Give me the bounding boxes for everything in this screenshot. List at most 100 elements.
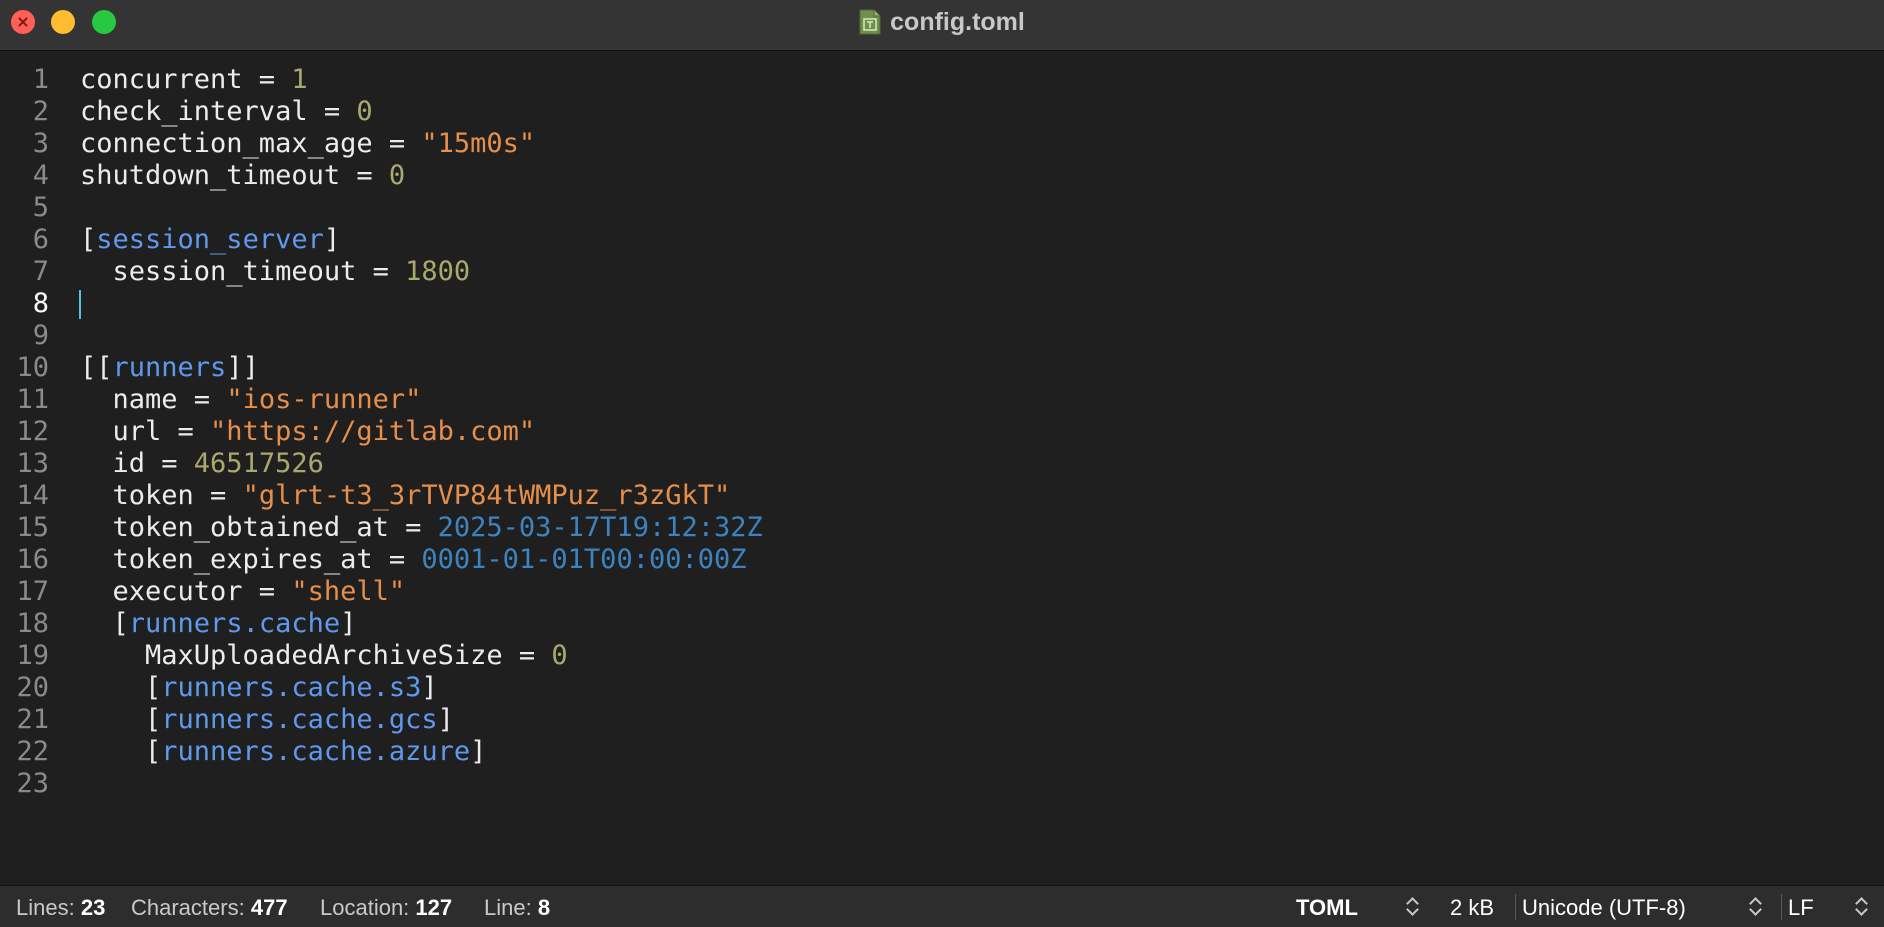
token-plain: [ xyxy=(80,224,97,255)
line-number: 21 xyxy=(16,704,49,735)
encoding-chevron-icon[interactable] xyxy=(1748,894,1762,918)
code-text[interactable]: session_timeout = 1800 xyxy=(80,256,471,288)
language-selector[interactable]: TOML xyxy=(1296,895,1358,921)
token-string: "ios-runner" xyxy=(226,384,422,415)
token-plain: executor = xyxy=(80,576,292,607)
token-table: runners.cache.gcs xyxy=(161,704,438,735)
toml-file-icon xyxy=(859,9,881,35)
token-plain: url = xyxy=(80,416,211,447)
code-line[interactable]: 2 check_interval = 0 xyxy=(0,96,1884,128)
code-text[interactable]: [session_server] xyxy=(80,224,340,256)
token-number: 0 xyxy=(551,640,568,671)
window-title: config.toml xyxy=(890,7,1025,36)
code-text[interactable]: executor = "shell" xyxy=(80,576,406,608)
code-line[interactable]: 4 shutdown_timeout = 0 xyxy=(0,160,1884,192)
title-bar[interactable]: config.toml xyxy=(0,0,1884,51)
status-location: Location: 127 xyxy=(320,895,452,921)
code-text[interactable]: name = "ios-runner" xyxy=(80,384,422,416)
line-number: 23 xyxy=(16,768,49,799)
code-text[interactable]: token_obtained_at = 2025-03-17T19:12:32Z xyxy=(80,512,763,544)
token-plain: MaxUploadedArchiveSize = xyxy=(80,640,552,671)
code-text[interactable]: [runners.cache.s3] xyxy=(80,672,438,704)
line-number: 8 xyxy=(32,288,49,319)
code-line[interactable]: 15 token_obtained_at = 2025-03-17T19:12:… xyxy=(0,512,1884,544)
code-text[interactable]: token = "glrt-t3_3rTVP84tWMPuz_r3zGkT" xyxy=(80,480,731,512)
code-text[interactable]: shutdown_timeout = 0 xyxy=(80,160,405,192)
code-line[interactable]: 11 name = "ios-runner" xyxy=(0,384,1884,416)
status-line-label: Line: xyxy=(484,895,532,920)
line-number: 14 xyxy=(16,480,49,511)
code-text[interactable]: token_expires_at = 0001-01-01T00:00:00Z xyxy=(80,544,747,576)
code-text[interactable]: [runners.cache.azure] xyxy=(80,736,486,768)
token-plain: [ xyxy=(80,672,162,703)
line-number: 17 xyxy=(16,576,49,607)
code-editor[interactable]: 1 concurrent = 1 2 check_interval = 0 3 conne… xyxy=(0,51,1884,884)
token-plain: check_interval = xyxy=(80,96,357,127)
token-plain: [ xyxy=(80,704,162,735)
code-line[interactable]: 14 token = "glrt-t3_3rTVP84tWMPuz_r3zGkT… xyxy=(0,480,1884,512)
token-plain: [ xyxy=(80,608,129,639)
code-text[interactable]: [[runners]] xyxy=(80,352,259,384)
line-number: 3 xyxy=(32,128,49,159)
token-plain: connection_max_age = xyxy=(80,128,422,159)
line-number: 4 xyxy=(32,160,49,191)
code-line[interactable]: 22 [runners.cache.azure] xyxy=(0,736,1884,768)
code-text[interactable]: connection_max_age = "15m0s" xyxy=(80,128,535,160)
code-text[interactable]: MaxUploadedArchiveSize = 0 xyxy=(80,640,568,672)
token-plain: session_timeout = xyxy=(80,256,406,287)
code-text[interactable]: [runners.cache.gcs] xyxy=(80,704,454,736)
window-title-group: config.toml xyxy=(0,0,1884,44)
code-text[interactable]: [runners.cache] xyxy=(80,608,357,640)
status-location-label: Location: xyxy=(320,895,410,920)
code-line[interactable]: 10 [[runners]] xyxy=(0,352,1884,384)
line-ending-chevron-icon[interactable] xyxy=(1854,894,1868,918)
line-ending-selector[interactable]: LF xyxy=(1788,895,1814,921)
token-plain: ] xyxy=(437,704,454,735)
code-line[interactable]: 21 [runners.cache.gcs] xyxy=(0,704,1884,736)
status-lines-label: Lines: xyxy=(16,895,75,920)
token-plain: token = xyxy=(80,480,243,511)
code-line[interactable]: 18 [runners.cache] xyxy=(0,608,1884,640)
code-line[interactable]: 16 token_expires_at = 0001-01-01T00:00:0… xyxy=(0,544,1884,576)
status-line-value: 8 xyxy=(537,895,551,920)
code-line[interactable]: 5 xyxy=(0,192,1884,224)
status-characters: Characters: 477 xyxy=(131,895,288,921)
status-characters-label: Characters: xyxy=(131,895,245,920)
token-table: runners.cache.s3 xyxy=(161,672,422,703)
encoding-selector[interactable]: Unicode (UTF-8) xyxy=(1522,895,1686,921)
line-number: 12 xyxy=(16,416,49,447)
code-line[interactable]: 23 xyxy=(0,768,1884,800)
code-line[interactable]: 12 url = "https://gitlab.com" xyxy=(0,416,1884,448)
token-plain: token_expires_at = xyxy=(80,544,422,575)
code-text[interactable]: concurrent = 1 xyxy=(80,64,308,96)
line-number: 6 xyxy=(32,224,49,255)
code-text[interactable]: url = "https://gitlab.com" xyxy=(80,416,536,448)
language-chevron-icon[interactable] xyxy=(1405,894,1419,918)
code-line[interactable]: 3 connection_max_age = "15m0s" xyxy=(0,128,1884,160)
code-line[interactable]: 20 [runners.cache.s3] xyxy=(0,672,1884,704)
code-line[interactable]: 6 [session_server] xyxy=(0,224,1884,256)
code-line[interactable]: 7 session_timeout = 1800 xyxy=(0,256,1884,288)
status-bar: Lines: 23 Characters: 477 Location: 127 … xyxy=(0,885,1884,927)
code-line[interactable]: 9 xyxy=(0,320,1884,352)
code-text[interactable]: id = 46517526 xyxy=(80,448,324,480)
token-plain: [[ xyxy=(80,352,113,383)
code-line[interactable]: 8 xyxy=(0,288,1884,320)
token-date: 2025-03-17T19:12:32Z xyxy=(437,512,763,543)
line-number: 7 xyxy=(32,256,49,287)
code-line[interactable]: 1 concurrent = 1 xyxy=(0,64,1884,96)
line-number: 15 xyxy=(16,512,49,543)
file-size: 2 kB xyxy=(1450,895,1495,920)
token-number: 0 xyxy=(388,160,406,191)
status-location-value: 127 xyxy=(415,895,453,920)
status-line: Line: 8 xyxy=(484,895,550,921)
line-number: 18 xyxy=(16,608,49,639)
code-line[interactable]: 19 MaxUploadedArchiveSize = 0 xyxy=(0,640,1884,672)
line-number: 5 xyxy=(32,192,49,223)
code-text[interactable]: check_interval = 0 xyxy=(80,96,373,128)
token-number: 0 xyxy=(356,96,373,127)
line-number: 20 xyxy=(16,672,49,703)
code-line[interactable]: 13 id = 46517526 xyxy=(0,448,1884,480)
code-line[interactable]: 17 executor = "shell" xyxy=(0,576,1884,608)
token-plain: [ xyxy=(80,736,162,767)
